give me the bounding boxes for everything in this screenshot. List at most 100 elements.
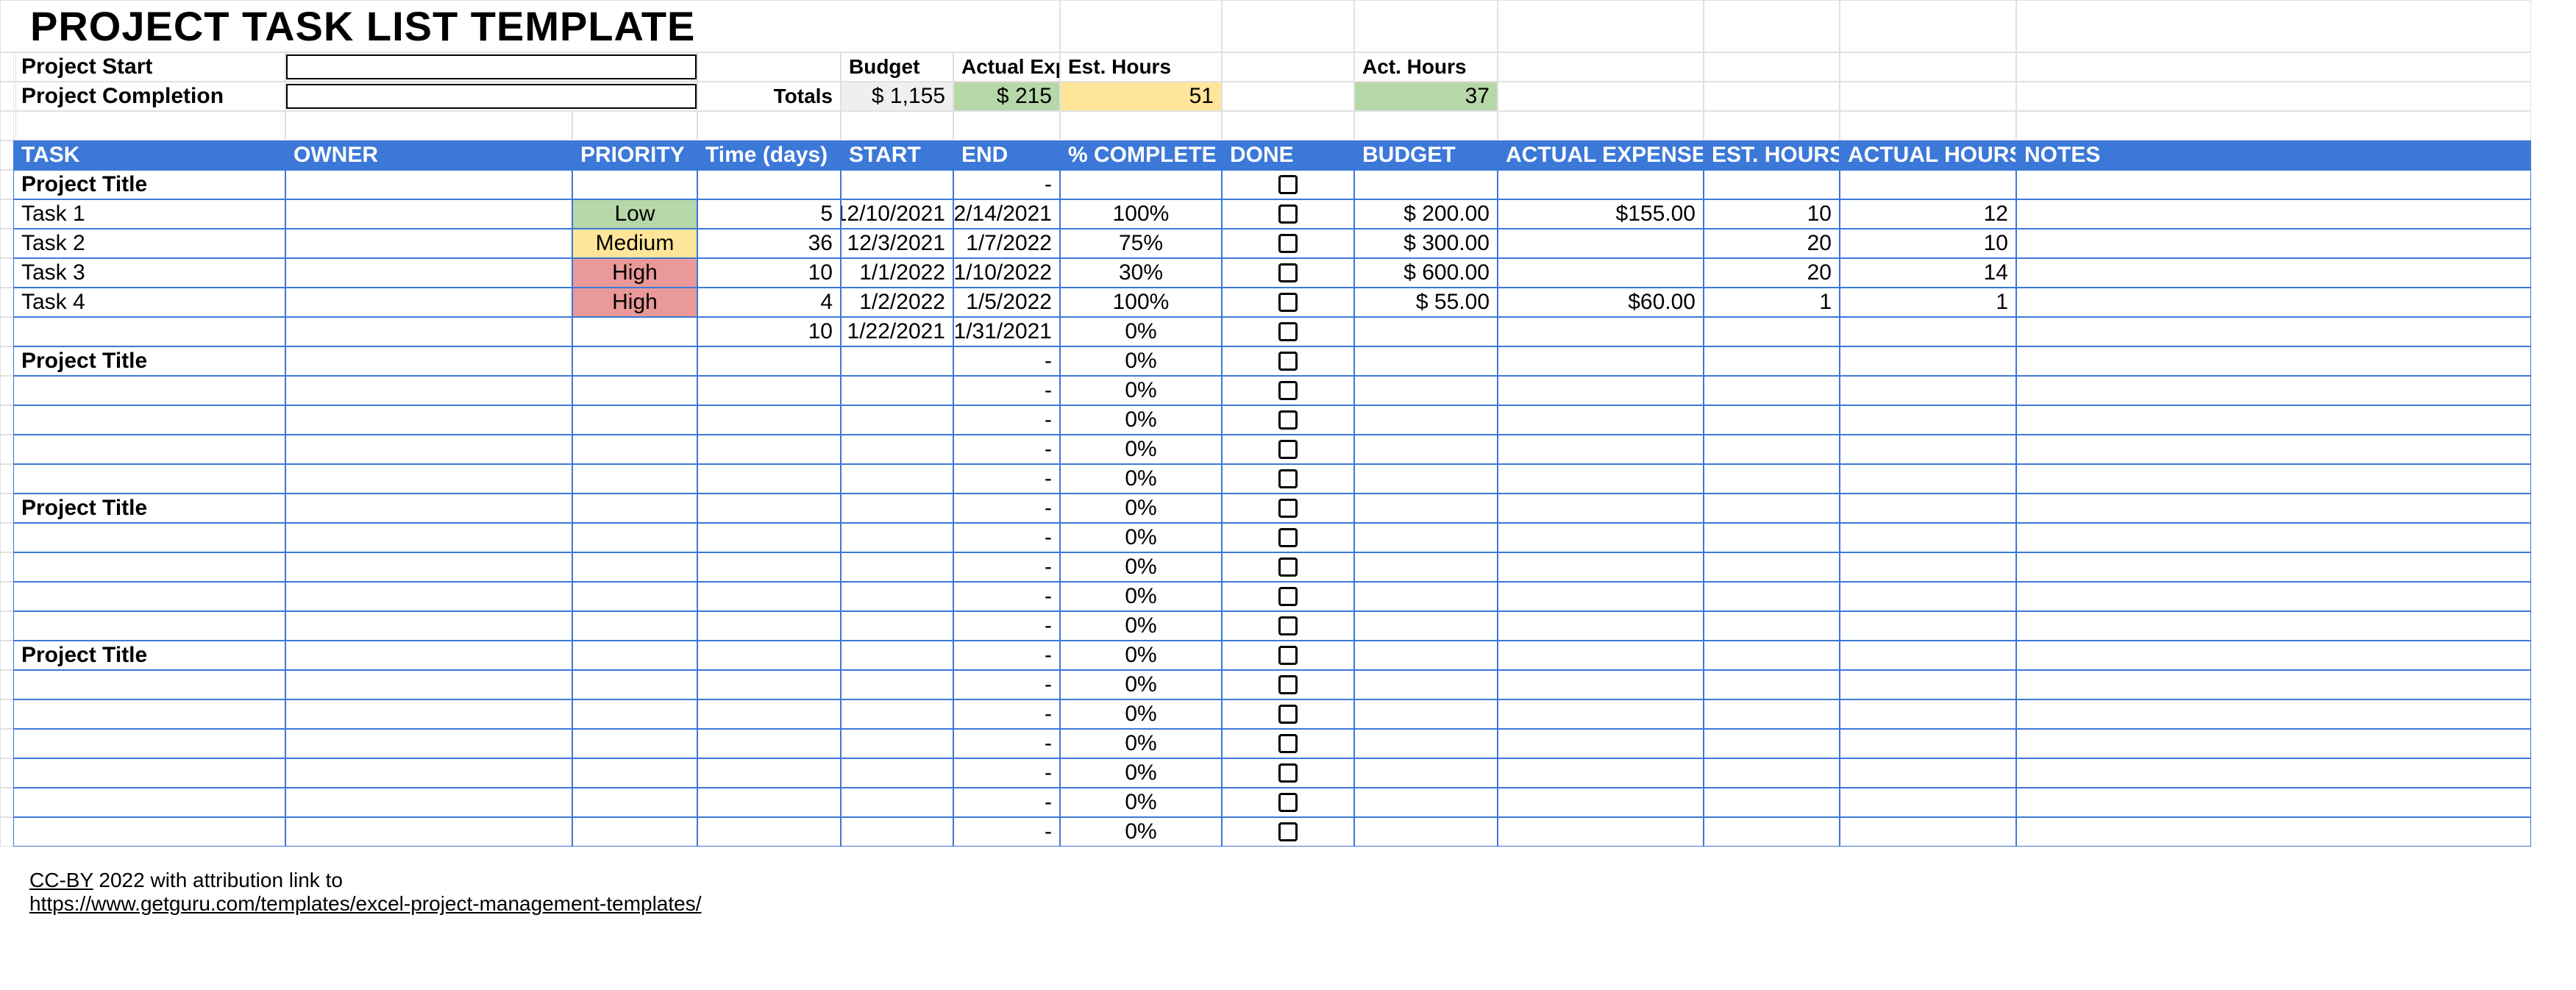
pct-complete-cell[interactable]: 0% [1060, 788, 1222, 817]
priority-cell[interactable] [572, 552, 697, 582]
end-cell[interactable]: - [953, 729, 1060, 758]
end-cell[interactable]: - [953, 670, 1060, 699]
end-cell[interactable]: - [953, 435, 1060, 464]
est-hours-cell[interactable] [1704, 317, 1840, 346]
task-cell[interactable] [13, 817, 285, 847]
pct-complete-cell[interactable]: 0% [1060, 346, 1222, 376]
time-cell[interactable]: 36 [697, 229, 841, 258]
owner-cell[interactable] [285, 405, 572, 435]
notes-cell[interactable] [2016, 405, 2531, 435]
budget-cell[interactable]: $ 600.00 [1354, 258, 1498, 288]
actual-expense-cell[interactable] [1498, 170, 1704, 199]
time-cell[interactable] [697, 641, 841, 670]
owner-cell[interactable] [285, 464, 572, 494]
budget-cell[interactable] [1354, 582, 1498, 611]
budget-cell[interactable] [1354, 670, 1498, 699]
actual-hours-cell[interactable] [1840, 670, 2016, 699]
end-cell[interactable]: - [953, 464, 1060, 494]
est-hours-cell[interactable]: 10 [1704, 199, 1840, 229]
start-cell[interactable] [841, 758, 953, 788]
priority-cell[interactable] [572, 699, 697, 729]
priority-cell[interactable] [572, 346, 697, 376]
end-cell[interactable]: - [953, 170, 1060, 199]
column-header-time[interactable]: Time (days) [697, 140, 841, 170]
task-cell[interactable] [13, 435, 285, 464]
pct-complete-cell[interactable]: 0% [1060, 552, 1222, 582]
budget-cell[interactable] [1354, 494, 1498, 523]
time-cell[interactable] [697, 405, 841, 435]
end-cell[interactable]: - [953, 611, 1060, 641]
pct-complete-cell[interactable]: 0% [1060, 317, 1222, 346]
start-cell[interactable] [841, 641, 953, 670]
end-cell[interactable]: - [953, 582, 1060, 611]
budget-cell[interactable] [1354, 758, 1498, 788]
pct-complete-cell[interactable] [1060, 170, 1222, 199]
end-cell[interactable]: - [953, 699, 1060, 729]
budget-cell[interactable] [1354, 523, 1498, 552]
budget-cell[interactable]: $ 55.00 [1354, 288, 1498, 317]
end-cell[interactable]: - [953, 376, 1060, 405]
column-header-start[interactable]: START [841, 140, 953, 170]
start-cell[interactable] [841, 817, 953, 847]
owner-cell[interactable] [285, 494, 572, 523]
done-checkbox[interactable] [1222, 582, 1354, 611]
priority-cell[interactable] [572, 729, 697, 758]
project-completion-input[interactable] [285, 82, 697, 111]
time-cell[interactable] [697, 494, 841, 523]
pct-complete-cell[interactable]: 0% [1060, 582, 1222, 611]
end-cell[interactable]: 1/5/2022 [953, 288, 1060, 317]
priority-cell[interactable] [572, 523, 697, 552]
done-checkbox[interactable] [1222, 699, 1354, 729]
task-cell[interactable] [13, 552, 285, 582]
done-checkbox[interactable] [1222, 170, 1354, 199]
pct-complete-cell[interactable]: 0% [1060, 641, 1222, 670]
pct-complete-cell[interactable]: 0% [1060, 464, 1222, 494]
priority-cell[interactable] [572, 582, 697, 611]
task-cell[interactable]: Task 2 [13, 229, 285, 258]
task-cell[interactable]: Project Title [13, 170, 285, 199]
est-hours-cell[interactable] [1704, 641, 1840, 670]
end-cell[interactable]: 1/10/2022 [953, 258, 1060, 288]
start-cell[interactable]: 12/10/2021 [841, 199, 953, 229]
priority-cell[interactable] [572, 405, 697, 435]
column-header-done[interactable]: DONE [1222, 140, 1354, 170]
end-cell[interactable]: 12/14/2021 [953, 199, 1060, 229]
actual-expense-cell[interactable] [1498, 435, 1704, 464]
task-cell[interactable] [13, 464, 285, 494]
start-cell[interactable] [841, 611, 953, 641]
time-cell[interactable] [697, 729, 841, 758]
time-cell[interactable] [697, 346, 841, 376]
est-hours-cell[interactable] [1704, 170, 1840, 199]
budget-cell[interactable] [1354, 435, 1498, 464]
notes-cell[interactable] [2016, 817, 2531, 847]
start-cell[interactable]: 12/3/2021 [841, 229, 953, 258]
est-hours-cell[interactable] [1704, 670, 1840, 699]
notes-cell[interactable] [2016, 611, 2531, 641]
start-cell[interactable] [841, 435, 953, 464]
column-header-task[interactable]: TASK [13, 140, 285, 170]
notes-cell[interactable] [2016, 699, 2531, 729]
end-cell[interactable]: - [953, 494, 1060, 523]
actual-hours-cell[interactable] [1840, 641, 2016, 670]
est-hours-cell[interactable]: 1 [1704, 288, 1840, 317]
time-cell[interactable]: 10 [697, 258, 841, 288]
time-cell[interactable] [697, 788, 841, 817]
notes-cell[interactable] [2016, 346, 2531, 376]
start-cell[interactable] [841, 788, 953, 817]
actual-hours-cell[interactable] [1840, 435, 2016, 464]
done-checkbox[interactable] [1222, 346, 1354, 376]
actual-hours-cell[interactable] [1840, 582, 2016, 611]
pct-complete-cell[interactable]: 0% [1060, 494, 1222, 523]
start-cell[interactable] [841, 699, 953, 729]
pct-complete-cell[interactable]: 100% [1060, 288, 1222, 317]
pct-complete-cell[interactable]: 30% [1060, 258, 1222, 288]
pct-complete-cell[interactable]: 0% [1060, 523, 1222, 552]
priority-cell[interactable]: Medium [572, 229, 697, 258]
column-header-notes[interactable]: NOTES [2016, 140, 2531, 170]
notes-cell[interactable] [2016, 552, 2531, 582]
budget-cell[interactable] [1354, 788, 1498, 817]
actual-hours-cell[interactable] [1840, 464, 2016, 494]
done-checkbox[interactable] [1222, 258, 1354, 288]
actual-expense-cell[interactable]: $155.00 [1498, 199, 1704, 229]
time-cell[interactable] [697, 523, 841, 552]
